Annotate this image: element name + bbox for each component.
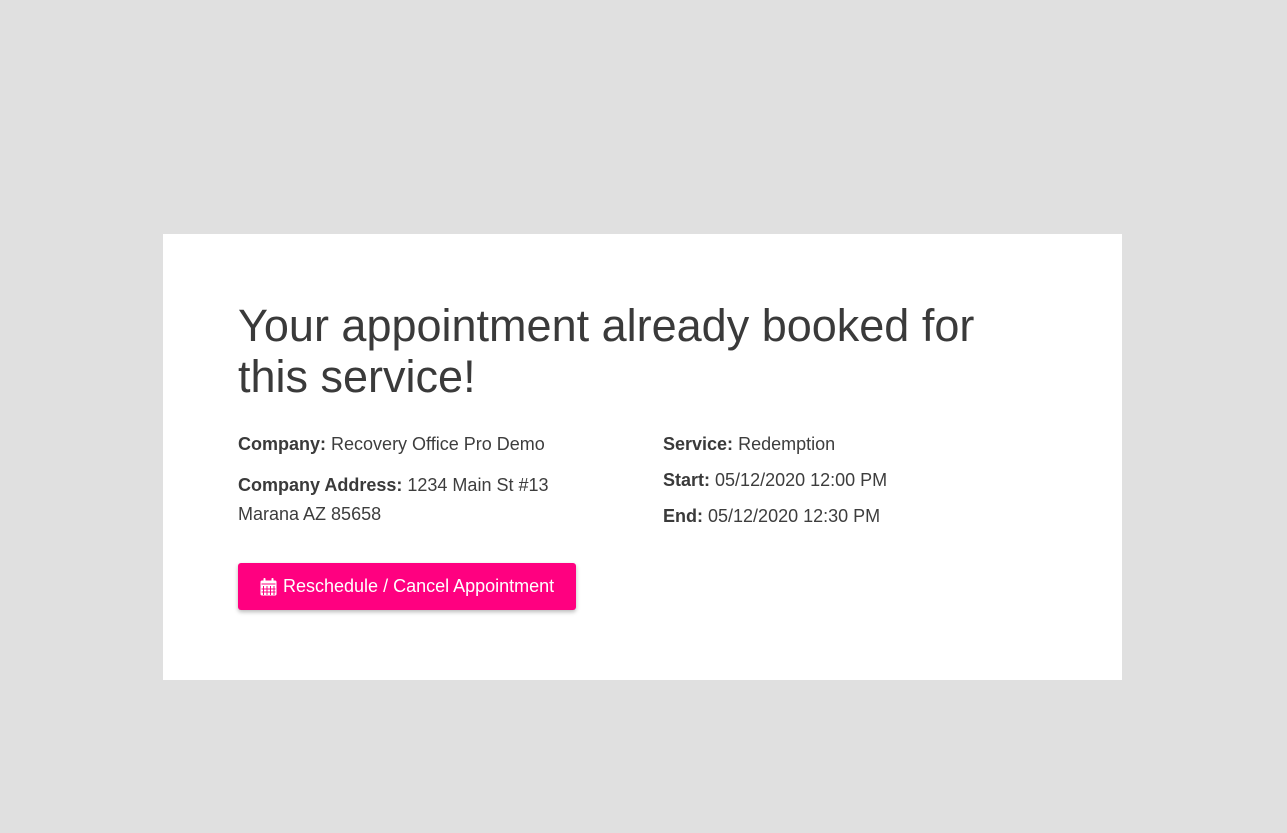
company-address-line1: 1234 Main St #13	[407, 475, 549, 495]
company-address-line2: Marana AZ 85658	[238, 504, 382, 524]
reschedule-cancel-button-label: Reschedule / Cancel Appointment	[283, 576, 555, 596]
company-value: Recovery Office Pro Demo	[331, 434, 545, 454]
calendar-icon	[260, 577, 277, 596]
company-row: Company: Recovery Office Pro Demo	[238, 430, 618, 459]
service-label: Service:	[663, 434, 734, 454]
appointment-details: Service: Redemption Start: 05/12/2020 12…	[663, 430, 1043, 538]
end-label: End:	[663, 506, 703, 526]
start-row: Start: 05/12/2020 12:00 PM	[663, 466, 1043, 495]
company-label: Company:	[238, 434, 327, 454]
reschedule-cancel-button[interactable]: Reschedule / Cancel Appointment	[238, 563, 577, 610]
company-address-row: Company Address: 1234 Main St #13 Marana…	[238, 471, 618, 529]
end-row: End: 05/12/2020 12:30 PM	[663, 502, 1043, 531]
page-title: Your appointment already booked for this…	[238, 300, 975, 402]
start-label: Start:	[663, 470, 711, 490]
appointment-card: Your appointment already booked for this…	[163, 234, 1122, 680]
service-value: Redemption	[738, 434, 836, 454]
company-details: Company: Recovery Office Pro Demo Compan…	[238, 430, 618, 529]
start-value: 05/12/2020 12:00 PM	[715, 470, 888, 490]
end-value: 05/12/2020 12:30 PM	[708, 506, 881, 526]
company-address-label: Company Address:	[238, 475, 403, 495]
service-row: Service: Redemption	[663, 430, 1043, 459]
